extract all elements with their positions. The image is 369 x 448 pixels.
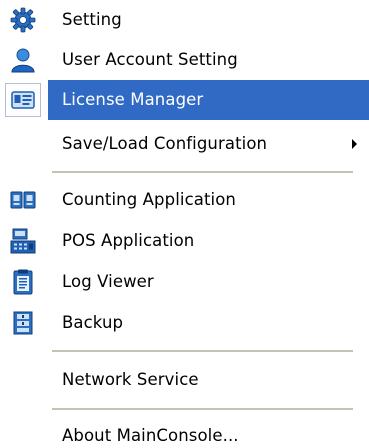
menu-item-backup[interactable]: Backup	[0, 303, 369, 343]
menu-item-label: Network Service	[62, 370, 199, 390]
menu-item-label: License Manager	[62, 90, 204, 110]
menu-item-label: About MainConsole...	[62, 426, 239, 446]
menu-item-about-mainconsole[interactable]: About MainConsole...	[0, 416, 369, 448]
menu-item-label: Backup	[62, 313, 124, 333]
menu-item-label: Setting	[62, 10, 122, 30]
menu-item-label: Counting Application	[62, 190, 236, 210]
menu-item-setting[interactable]: Setting	[0, 0, 369, 40]
user-icon	[8, 45, 38, 75]
log-clipboard-icon	[8, 267, 38, 297]
menu-item-save-load-configuration[interactable]: Save/Load Configuration	[0, 124, 369, 164]
menu-item-label: Log Viewer	[62, 272, 154, 292]
license-card-icon	[8, 85, 38, 115]
menu-item-pos-application[interactable]: POS Application	[0, 221, 369, 261]
menu-separator	[52, 350, 353, 353]
menu-item-network-service[interactable]: Network Service	[0, 360, 369, 400]
menu-item-user-account-setting[interactable]: User Account Setting	[0, 40, 369, 80]
counting-icon	[8, 185, 38, 215]
menu-item-label: User Account Setting	[62, 50, 238, 70]
backup-icon	[8, 308, 38, 338]
menu-item-license-manager[interactable]: License Manager	[0, 80, 369, 120]
menu-item-label: Save/Load Configuration	[62, 134, 268, 154]
pos-terminal-icon	[8, 226, 38, 256]
submenu-arrow-icon	[352, 139, 357, 149]
menu-item-counting-application[interactable]: Counting Application	[0, 180, 369, 220]
menu-item-label: POS Application	[62, 231, 195, 251]
menu-item-log-viewer[interactable]: Log Viewer	[0, 262, 369, 302]
context-menu: Setting User Account Setting License Man…	[0, 0, 369, 448]
menu-separator	[52, 408, 353, 411]
menu-separator	[52, 171, 353, 174]
gear-icon	[8, 5, 38, 35]
